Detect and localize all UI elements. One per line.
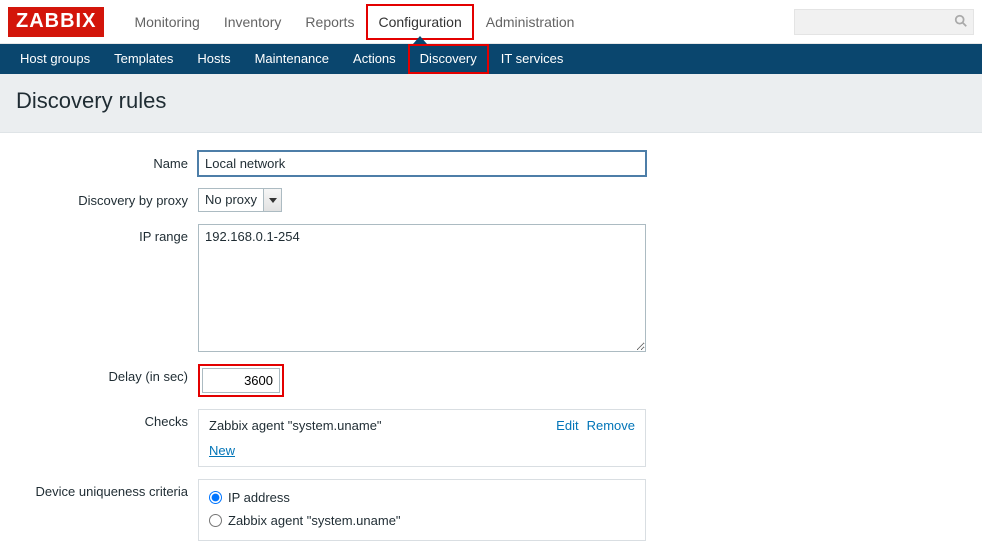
proxy-select[interactable]: No proxy — [198, 188, 282, 212]
label-criteria: Device uniqueness criteria — [0, 479, 198, 499]
nav-monitoring[interactable]: Monitoring — [122, 4, 211, 40]
criteria-ip-radio[interactable] — [209, 491, 222, 504]
nav-inventory[interactable]: Inventory — [212, 4, 294, 40]
label-delay: Delay (in sec) — [0, 364, 198, 384]
titlebar: Discovery rules — [0, 74, 982, 133]
primary-nav: Monitoring Inventory Reports Configurati… — [122, 4, 586, 40]
delay-highlight — [198, 364, 284, 397]
label-checks: Checks — [0, 409, 198, 429]
check-item-text: Zabbix agent "system.uname" — [209, 418, 548, 433]
page-title: Discovery rules — [16, 88, 966, 114]
criteria-ip-label: IP address — [228, 490, 290, 505]
search-wrap — [794, 9, 974, 35]
criteria-box: IP address Zabbix agent "system.uname" — [198, 479, 646, 541]
subnav-hosts[interactable]: Hosts — [185, 44, 242, 74]
nav-administration[interactable]: Administration — [474, 4, 587, 40]
subnav-host-groups[interactable]: Host groups — [8, 44, 102, 74]
ip-range-field[interactable] — [198, 224, 646, 352]
criteria-agent-row[interactable]: Zabbix agent "system.uname" — [209, 513, 635, 528]
nav-reports[interactable]: Reports — [293, 4, 366, 40]
label-proxy: Discovery by proxy — [0, 188, 198, 208]
chevron-down-icon — [269, 198, 277, 203]
label-name: Name — [0, 151, 198, 171]
subnav-templates[interactable]: Templates — [102, 44, 185, 74]
proxy-select-button[interactable] — [263, 189, 281, 211]
name-field[interactable] — [198, 151, 646, 176]
secondary-nav: Host groups Templates Hosts Maintenance … — [0, 44, 982, 74]
check-remove-link[interactable]: Remove — [587, 418, 635, 433]
nav-configuration[interactable]: Configuration — [366, 4, 473, 40]
check-edit-link[interactable]: Edit — [556, 418, 578, 433]
subnav-discovery[interactable]: Discovery — [408, 44, 489, 74]
check-row: Zabbix agent "system.uname" Edit Remove — [209, 418, 635, 433]
checks-box: Zabbix agent "system.uname" Edit Remove … — [198, 409, 646, 467]
label-ip-range: IP range — [0, 224, 198, 244]
criteria-agent-label: Zabbix agent "system.uname" — [228, 513, 401, 528]
form: Name Discovery by proxy No proxy IP rang… — [0, 133, 982, 541]
delay-field[interactable] — [202, 368, 280, 393]
search-icon — [954, 14, 968, 28]
subnav-maintenance[interactable]: Maintenance — [243, 44, 341, 74]
nav-notch — [413, 36, 427, 44]
search-input[interactable] — [794, 9, 974, 35]
criteria-ip-row[interactable]: IP address — [209, 490, 635, 505]
check-new-link[interactable]: New — [209, 443, 235, 458]
subnav-it-services[interactable]: IT services — [489, 44, 576, 74]
logo: ZABBIX — [8, 7, 104, 37]
proxy-select-value: No proxy — [199, 189, 263, 211]
topbar: ZABBIX Monitoring Inventory Reports Conf… — [0, 0, 982, 44]
subnav-actions[interactable]: Actions — [341, 44, 408, 74]
